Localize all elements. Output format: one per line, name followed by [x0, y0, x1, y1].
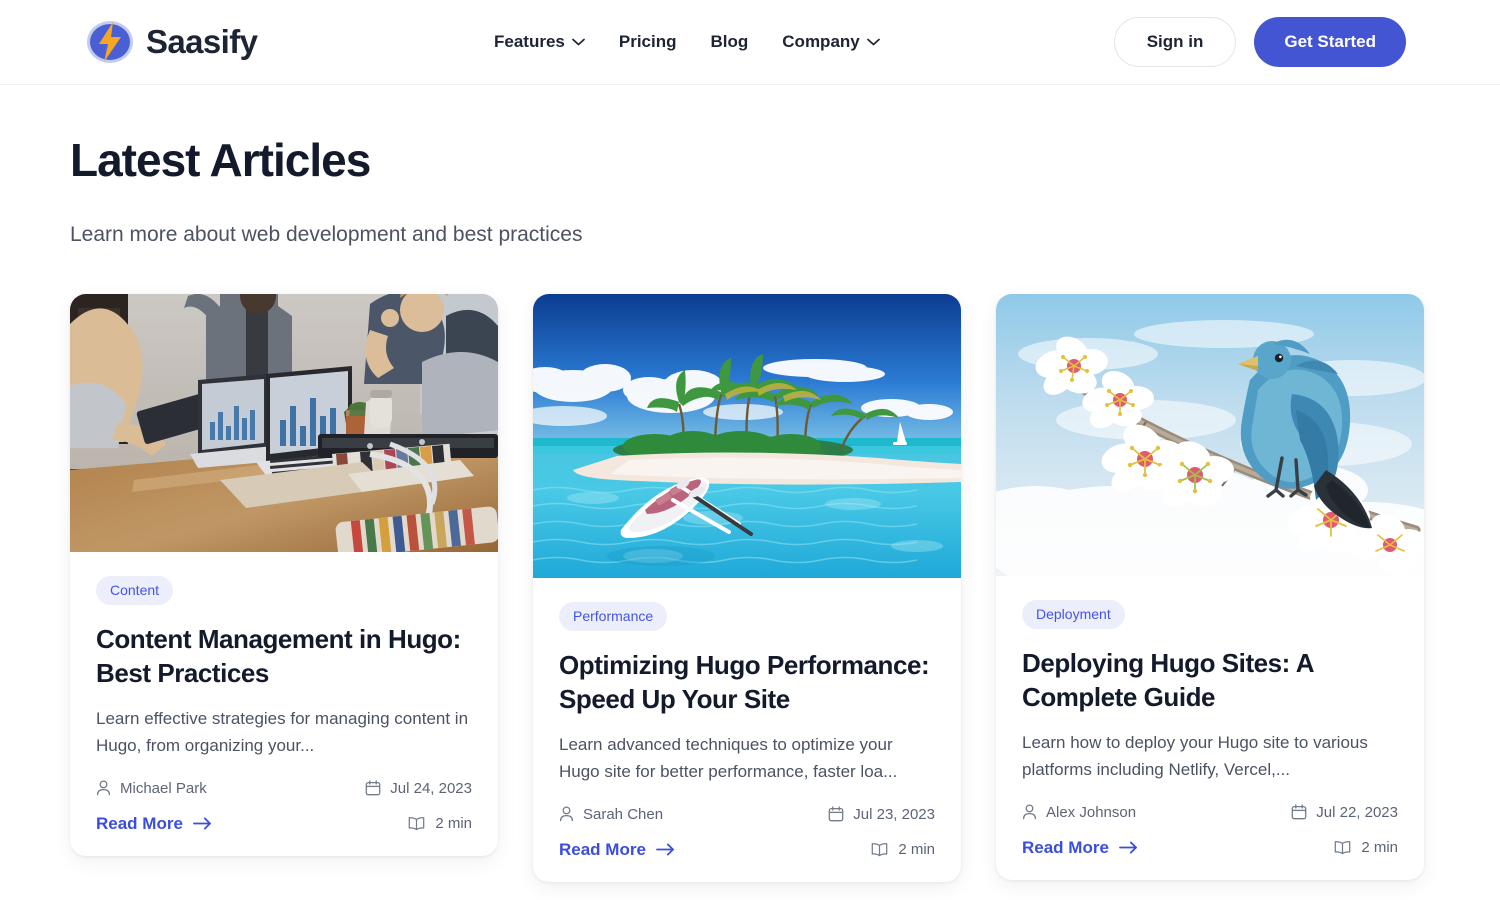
card-body: Content Content Management in Hugo: Best… — [70, 552, 498, 856]
card-body: Deployment Deploying Hugo Sites: A Compl… — [996, 576, 1424, 880]
read-more-label: Read More — [1022, 837, 1109, 857]
publish-date: Jul 22, 2023 — [1316, 803, 1398, 821]
article-image-tropical-island — [533, 294, 961, 578]
article-excerpt: Learn advanced techniques to optimize yo… — [559, 735, 898, 781]
nav-item-pricing[interactable]: Pricing — [619, 32, 677, 52]
article-excerpt: Learn how to deploy your Hugo site to va… — [1022, 733, 1368, 779]
date-group: Jul 23, 2023 — [828, 806, 935, 823]
brand-name: Saasify — [146, 23, 258, 60]
author-group: Michael Park — [96, 780, 207, 797]
category-badge[interactable]: Performance — [559, 602, 668, 631]
arrow-right-icon — [1119, 841, 1137, 854]
calendar-icon — [828, 806, 844, 822]
nav-item-company[interactable]: Company — [782, 32, 880, 52]
article-card[interactable]: Performance Optimizing Hugo Performance:… — [533, 294, 961, 882]
read-more-link[interactable]: Read More — [1022, 838, 1138, 858]
publish-date: Jul 24, 2023 — [390, 779, 472, 797]
sign-in-button[interactable]: Sign in — [1113, 17, 1237, 67]
author-name: Michael Park — [120, 779, 207, 797]
nav-item-blog[interactable]: Blog — [711, 32, 749, 52]
category-badge[interactable]: Deployment — [1022, 600, 1125, 629]
chevron-down-icon — [572, 38, 585, 46]
read-more-label: Read More — [559, 839, 646, 859]
arrow-right-icon — [656, 843, 674, 856]
main-nav: Features Pricing Blog Company — [494, 32, 880, 52]
card-footer: Read More 2 min — [96, 814, 472, 834]
book-icon — [1334, 841, 1351, 855]
book-icon — [871, 843, 888, 857]
nav-label: Blog — [710, 32, 749, 51]
book-icon — [408, 817, 425, 831]
article-grid: Content Content Management in Hugo: Best… — [70, 294, 1430, 882]
date-group: Jul 24, 2023 — [365, 780, 472, 797]
article-meta: Michael Park Jul 24, 2023 — [96, 780, 472, 797]
arrow-right-icon — [193, 817, 211, 830]
header-actions: Sign in Get Started — [1113, 17, 1406, 67]
user-icon — [96, 780, 111, 796]
category-badge[interactable]: Content — [96, 576, 174, 605]
author-name: Sarah Chen — [583, 805, 664, 823]
page-content: Latest Articles Learn more about web dev… — [0, 133, 1500, 882]
user-icon — [1022, 804, 1037, 820]
card-footer: Read More 2 min — [559, 840, 935, 860]
nav-label: Pricing — [618, 32, 677, 51]
article-title: Deploying Hugo Sites: A Complete Guide — [1022, 648, 1314, 713]
chevron-down-icon — [866, 38, 880, 46]
article-title: Content Management in Hugo: Best Practic… — [96, 624, 461, 689]
lightning-bolt-icon — [88, 20, 132, 64]
article-card[interactable]: Deployment Deploying Hugo Sites: A Compl… — [996, 294, 1424, 880]
read-time-group: 2 min — [871, 841, 935, 858]
publish-date: Jul 23, 2023 — [853, 805, 935, 823]
read-time: 2 min — [1361, 839, 1398, 857]
nav-label: Features — [494, 32, 565, 51]
article-title: Optimizing Hugo Performance: Speed Up Yo… — [559, 650, 930, 715]
read-time-group: 2 min — [408, 815, 472, 832]
article-image-bluebird-blossom — [996, 294, 1424, 576]
date-group: Jul 22, 2023 — [1291, 804, 1398, 821]
article-card[interactable]: Content Content Management in Hugo: Best… — [70, 294, 498, 856]
read-time: 2 min — [435, 815, 472, 833]
author-group: Sarah Chen — [559, 806, 663, 823]
article-excerpt: Learn effective strategies for managing … — [96, 709, 469, 755]
calendar-icon — [1291, 804, 1307, 820]
read-time-group: 2 min — [1334, 839, 1398, 856]
article-image-business-meeting — [70, 294, 498, 552]
card-body: Performance Optimizing Hugo Performance:… — [533, 578, 961, 882]
user-icon — [559, 806, 574, 822]
nav-label: Company — [782, 32, 860, 51]
read-more-link[interactable]: Read More — [559, 840, 675, 860]
article-meta: Sarah Chen Jul 23, 2023 — [559, 806, 935, 823]
page-title: Latest Articles — [70, 134, 371, 186]
author-name: Alex Johnson — [1046, 803, 1137, 821]
author-group: Alex Johnson — [1022, 804, 1136, 821]
get-started-button[interactable]: Get Started — [1254, 17, 1406, 67]
card-footer: Read More 2 min — [1022, 838, 1398, 858]
site-header: Saasify Features Pricing Blog Company Si… — [0, 0, 1500, 85]
nav-item-features[interactable]: Features — [494, 32, 585, 52]
read-more-label: Read More — [96, 813, 183, 833]
brand-logo[interactable]: Saasify — [88, 20, 258, 64]
calendar-icon — [365, 780, 381, 796]
page-subtitle: Learn more about web development and bes… — [70, 223, 583, 246]
read-time: 2 min — [898, 841, 935, 859]
article-meta: Alex Johnson Jul 22, 2023 — [1022, 804, 1398, 821]
read-more-link[interactable]: Read More — [96, 814, 212, 834]
